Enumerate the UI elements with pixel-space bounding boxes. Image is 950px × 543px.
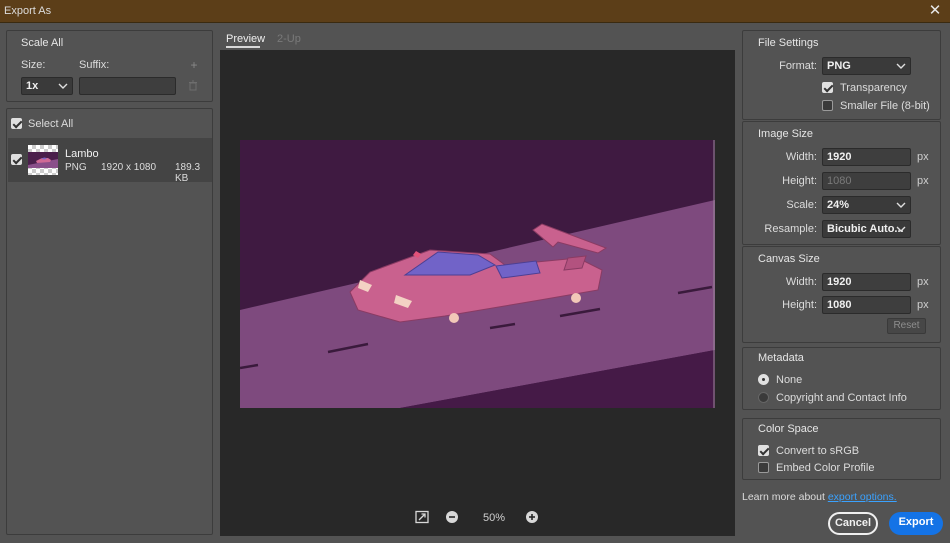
export-button[interactable]: Export [889, 512, 943, 535]
image-size-panel: Image Size Width: 1920 px Height: 1080 p… [742, 121, 941, 245]
color-space-panel: Color Space Convert to sRGB Embed Color … [742, 418, 941, 480]
chevron-down-icon [896, 63, 906, 69]
chevron-down-icon [58, 83, 68, 89]
size-select[interactable]: 1x [21, 77, 73, 95]
close-icon[interactable]: ✕ [926, 2, 944, 20]
format-select[interactable]: PNG [822, 57, 911, 75]
format-select-value: PNG [827, 60, 851, 72]
metadata-none-label[interactable]: None [776, 374, 802, 386]
zoom-out-icon[interactable] [445, 510, 459, 524]
asset-format: PNG [65, 162, 87, 173]
canvas-size-title: Canvas Size [758, 253, 820, 265]
canvas-height-label: Height: [782, 299, 817, 311]
image-height-label: Height: [782, 175, 817, 187]
canvas-size-panel: Canvas Size Width: 1920 px Height: 1080 … [742, 246, 941, 343]
size-label: Size: [21, 59, 46, 71]
tab-2-up[interactable]: 2-Up [277, 33, 301, 45]
scale-all-title: Scale All [21, 37, 64, 49]
resample-select[interactable]: Bicubic Auto... [822, 220, 911, 238]
cancel-button[interactable]: Cancel [828, 512, 878, 535]
convert-srgb-label[interactable]: Convert to sRGB [776, 445, 859, 457]
size-select-value: 1x [26, 80, 39, 92]
embed-profile-checkbox[interactable] [758, 462, 769, 473]
select-all-checkbox[interactable] [11, 118, 22, 129]
image-width-label: Width: [785, 151, 817, 163]
export-options-link[interactable]: export options. [828, 491, 897, 503]
transparency-label[interactable]: Transparency [840, 82, 907, 94]
tab-preview[interactable]: Preview [226, 33, 265, 45]
canvas-width-unit: px [917, 276, 929, 288]
asset-thumbnail [28, 145, 58, 175]
trash-icon[interactable] [188, 80, 198, 91]
learn-more-text: Learn more about export options. [742, 491, 897, 503]
metadata-panel: Metadata None Copyright and Contact Info [742, 347, 941, 410]
reset-button[interactable]: Reset [887, 318, 926, 334]
canvas-width-input[interactable]: 1920 [822, 273, 911, 291]
asset-file-size: 189.3 KB [175, 162, 201, 184]
metadata-copyright-radio[interactable] [758, 392, 769, 403]
preview-image [240, 140, 715, 408]
asset-row[interactable]: Lambo PNG 1920 x 1080 189.3 KB [8, 138, 212, 184]
assets-panel: Select All Lambo PNG 1920 x 1080 189.3 K… [6, 108, 213, 535]
file-settings-title: File Settings [758, 37, 819, 49]
smaller-file-label[interactable]: Smaller File (8-bit) [840, 100, 930, 112]
metadata-title: Metadata [758, 352, 804, 364]
thumbnail-image [28, 152, 58, 168]
color-space-title: Color Space [758, 423, 819, 435]
smaller-file-checkbox[interactable] [822, 100, 833, 111]
preview-area: 50% [220, 50, 735, 536]
zoom-in-icon[interactable] [525, 510, 539, 524]
active-tab-indicator [226, 46, 260, 48]
transparency-checkbox[interactable] [822, 82, 833, 93]
canvas-width-label: Width: [785, 276, 817, 288]
suffix-input[interactable] [79, 77, 176, 95]
zoom-bar: 50% [220, 507, 735, 529]
chevron-down-icon [896, 202, 906, 208]
file-settings-panel: File Settings Format: PNG Transparency S… [742, 30, 941, 120]
image-height-unit: px [917, 175, 929, 187]
resample-label: Resample: [764, 223, 817, 235]
image-width-input[interactable]: 1920 [822, 148, 911, 166]
metadata-none-radio[interactable] [758, 374, 769, 385]
suffix-label: Suffix: [79, 59, 110, 71]
convert-srgb-checkbox[interactable] [758, 445, 769, 456]
add-scale-icon[interactable]: + [188, 59, 200, 71]
scale-label: Scale: [786, 199, 817, 211]
scale-select[interactable]: 24% [822, 196, 911, 214]
select-all-label[interactable]: Select All [28, 118, 73, 130]
asset-dimensions: 1920 x 1080 [101, 162, 157, 173]
fit-to-screen-icon[interactable] [415, 510, 429, 524]
learn-more-label: Learn more about [742, 491, 825, 503]
zoom-level: 50% [483, 512, 506, 524]
metadata-copyright-label[interactable]: Copyright and Contact Info [776, 392, 907, 404]
scale-all-panel: Scale All Size: Suffix: + 1x [6, 30, 213, 102]
chevron-down-icon [896, 226, 906, 232]
title-bar: Export As ✕ [0, 0, 950, 23]
scale-select-value: 24% [827, 199, 850, 211]
embed-profile-label[interactable]: Embed Color Profile [776, 462, 874, 474]
window-title: Export As [4, 5, 52, 17]
asset-name: Lambo [65, 148, 99, 160]
canvas-height-input[interactable]: 1080 [822, 296, 911, 314]
image-width-unit: px [917, 151, 929, 163]
resample-select-value: Bicubic Auto... [827, 223, 904, 235]
canvas-height-unit: px [917, 299, 929, 311]
asset-checkbox[interactable] [11, 154, 22, 165]
image-size-title: Image Size [758, 128, 814, 140]
format-label: Format: [779, 60, 817, 72]
image-height-input[interactable]: 1080 [822, 172, 911, 190]
